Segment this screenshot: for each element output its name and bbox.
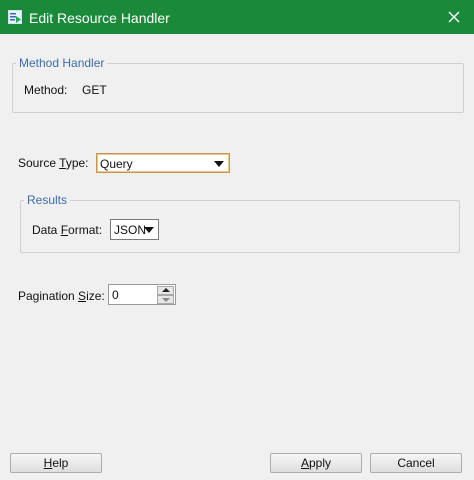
apply-button[interactable]: Apply [270, 453, 362, 473]
chevron-down-icon [144, 227, 154, 233]
pagination-size-label: Pagination Size: [18, 289, 105, 303]
data-format-selected: JSON [114, 223, 147, 237]
source-type-dropdown[interactable]: Query [96, 153, 230, 173]
cancel-button[interactable]: Cancel [370, 453, 462, 473]
source-type-label: Source Type: [18, 156, 89, 170]
help-button[interactable]: Help [10, 453, 102, 473]
method-handler-group: Method Handler [12, 56, 464, 113]
spinner-down-icon[interactable] [157, 295, 174, 304]
close-icon[interactable] [442, 5, 466, 29]
method-handler-legend: Method Handler [19, 56, 105, 70]
app-icon [8, 10, 22, 24]
data-format-dropdown[interactable]: JSON [110, 219, 159, 240]
window-title: Edit Resource Handler [29, 10, 170, 26]
spinner-up-icon[interactable] [157, 286, 174, 295]
method-label: Method: [24, 83, 68, 97]
method-value: GET [82, 83, 107, 97]
pagination-size-value: 0 [112, 288, 119, 302]
pagination-size-spinner[interactable]: 0 [108, 284, 176, 305]
chevron-down-icon [214, 161, 224, 167]
title-bar: Edit Resource Handler [0, 0, 474, 34]
results-legend: Results [27, 193, 68, 207]
data-format-label: Data Format: [32, 223, 103, 237]
source-type-selected: Query [100, 157, 133, 171]
